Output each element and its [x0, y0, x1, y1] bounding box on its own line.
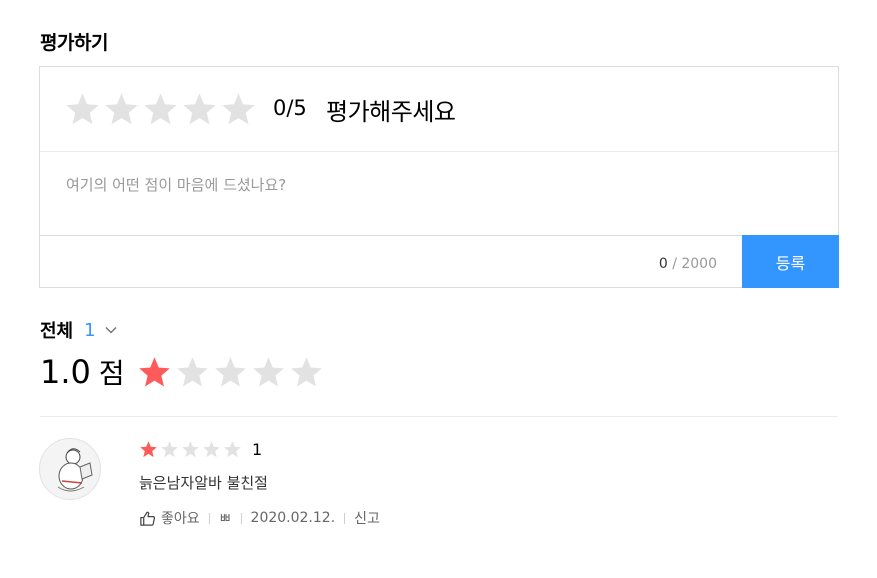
review-filter[interactable]: 전체 1 [40, 317, 118, 343]
review-rating: 1 [139, 440, 262, 459]
avatar-illustration-icon [57, 448, 93, 492]
average-score: 1.0 [40, 353, 91, 391]
star-empty-icon [182, 441, 199, 458]
submit-button[interactable]: 등록 [742, 235, 839, 288]
author-name: ㅃ [218, 511, 232, 527]
chevron-down-icon[interactable] [104, 323, 118, 337]
section-title: 평가하기 [40, 32, 108, 54]
star-empty-icon [214, 356, 246, 386]
char-count: 0 [658, 256, 668, 272]
avatar [39, 438, 101, 500]
star-empty-icon[interactable] [181, 91, 218, 128]
review-date: 2020.02.12. [250, 510, 336, 526]
rating-form: 0/5 평가해주세요 0 / 2000 등록 [39, 66, 839, 288]
rating-score-display: 0/5 [273, 96, 307, 120]
review-stars [139, 440, 244, 459]
report-button[interactable]: 신고 [354, 508, 380, 528]
rating-star-selector[interactable] [64, 89, 259, 129]
separator [240, 512, 242, 524]
star-filled-icon [138, 356, 170, 386]
char-counter: 0 / 2000 [659, 256, 717, 272]
like-button[interactable]: 좋아요 [139, 508, 200, 528]
review-meta: 좋아요 ㅃ 2020.02.12. 신고 [139, 508, 380, 528]
like-label: 좋아요 [161, 511, 200, 527]
divider [40, 235, 838, 236]
separator [208, 512, 210, 524]
filter-label: 전체 [40, 321, 74, 342]
average-star-rating [137, 355, 327, 390]
review-text: 늙은남자알바 불친절 [139, 474, 268, 492]
thumbs-up-icon [140, 511, 156, 526]
star-empty-icon[interactable] [103, 91, 140, 128]
star-empty-icon[interactable] [64, 91, 101, 128]
star-empty-icon [224, 441, 241, 458]
star-empty-icon [203, 441, 220, 458]
review-count: 1 [84, 319, 96, 341]
char-limit: / 2000 [672, 256, 717, 272]
review-score: 1 [252, 440, 263, 459]
star-empty-icon [290, 356, 322, 386]
star-empty-icon [161, 441, 178, 458]
average-rating: 1.0 점 [40, 352, 327, 392]
rating-prompt: 평가해주세요 [326, 98, 456, 126]
star-filled-icon [140, 441, 157, 458]
star-empty-icon[interactable] [142, 91, 179, 128]
star-empty-icon [176, 356, 208, 386]
separator [344, 512, 346, 524]
review-textarea[interactable] [40, 152, 838, 235]
divider [40, 416, 838, 417]
star-empty-icon[interactable] [220, 91, 257, 128]
star-empty-icon [252, 356, 284, 386]
score-unit: 점 [98, 357, 125, 390]
